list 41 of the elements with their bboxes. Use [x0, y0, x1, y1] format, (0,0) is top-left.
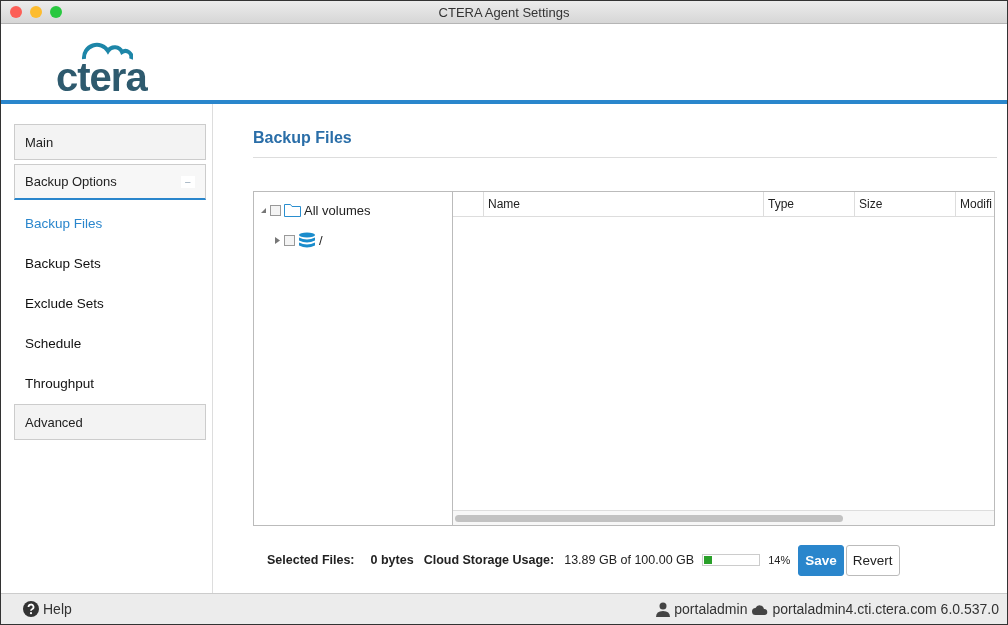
selected-files-value: 0 bytes [370, 553, 414, 567]
tree-item-label[interactable]: All volumes [304, 202, 371, 218]
usage-percent: 14% [768, 554, 791, 566]
collapsed-arrow-icon[interactable] [274, 236, 281, 244]
version-number: 6.0.537.0 [940, 601, 999, 617]
storage-usage-value: 13.89 GB of 100.00 GB [564, 553, 695, 567]
save-button[interactable]: Save [798, 544, 844, 576]
sidebar-item[interactable]: Throughput [14, 364, 206, 404]
sidebar-item[interactable]: Schedule [14, 324, 206, 364]
revert-button[interactable]: Revert [845, 544, 900, 576]
logo-text: ctera [56, 60, 147, 94]
cloud-icon [752, 603, 769, 615]
column-header[interactable]: Modifi [956, 192, 994, 216]
help-icon[interactable] [23, 601, 39, 617]
database-icon [298, 232, 316, 248]
sidebar-section[interactable]: Backup Options − [14, 164, 206, 200]
checkbox[interactable] [270, 204, 281, 216]
sidebar-item[interactable]: Backup Files [14, 204, 206, 244]
help-link[interactable]: Help [43, 601, 72, 617]
page-title: Backup Files [253, 129, 352, 146]
storage-usage-label: Cloud Storage Usage: [423, 553, 555, 567]
folder-icon [284, 203, 301, 217]
close-button[interactable] [10, 6, 22, 18]
server-address: portaladmin4.cti.ctera.com [772, 601, 937, 617]
scrollbar-thumb[interactable] [455, 514, 843, 522]
sidebar-section[interactable]: Advanced [14, 404, 206, 440]
sidebar-item[interactable]: Exclude Sets [14, 284, 206, 324]
window-title: CTERA Agent Settings [438, 4, 570, 20]
zoom-button[interactable] [50, 6, 62, 18]
user-icon [656, 601, 671, 617]
column-header[interactable]: Size [855, 192, 956, 216]
cloud-arc-icon [81, 42, 133, 60]
tree-item-label[interactable]: / [319, 232, 323, 248]
column-header[interactable]: Name [484, 192, 764, 216]
username: portaladmin [674, 601, 748, 617]
expanded-arrow-icon[interactable] [260, 206, 267, 214]
sidebar-item[interactable]: Backup Sets [14, 244, 206, 284]
sidebar-section[interactable]: Main [14, 124, 206, 160]
selected-files-label: Selected Files: [267, 553, 355, 567]
column-header[interactable]: Type [764, 192, 855, 216]
checkbox[interactable] [284, 234, 295, 246]
